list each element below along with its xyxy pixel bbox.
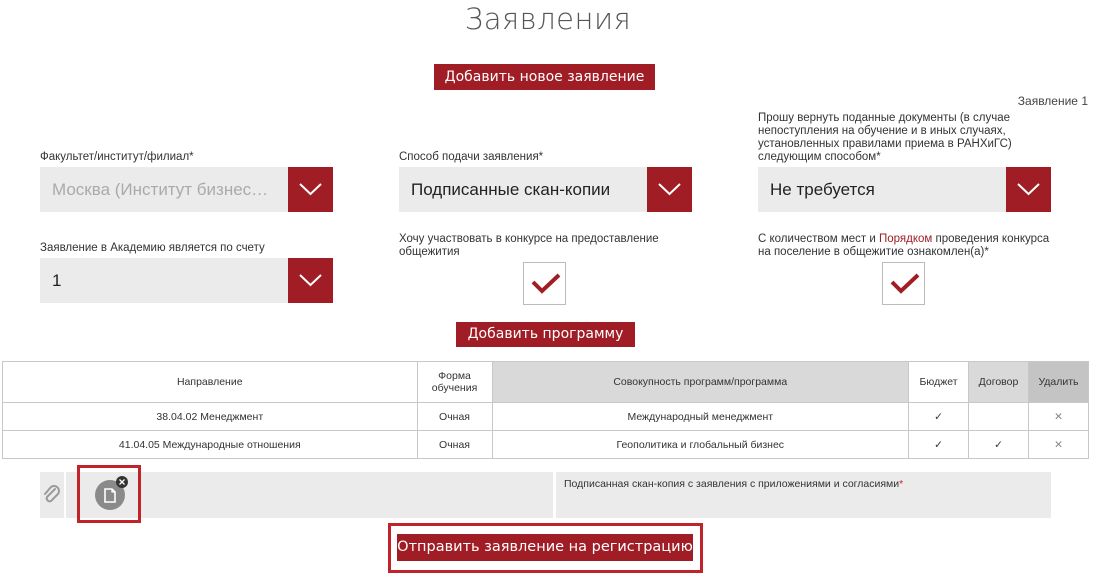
cell-contract-check[interactable]: [968, 402, 1029, 431]
paperclip-icon: [44, 485, 60, 503]
return-docs-value: Не требуется: [770, 180, 875, 199]
header-program: Совокупность программ/программа: [491, 361, 910, 403]
programs-table: Направление Форма обучения Совокупность п…: [2, 361, 1090, 459]
checkmark-icon: [531, 273, 561, 294]
account-label: Заявление в Академию является по счету: [40, 242, 265, 254]
delete-row-button[interactable]: ✕: [1027, 430, 1090, 459]
submission-method-label: Способ подачи заявления*: [399, 151, 544, 163]
table-header-row: Направление Форма обучения Совокупность п…: [2, 361, 1090, 403]
faculty-value: Москва (Институт бизнес…: [52, 180, 269, 199]
header-contract: Договор: [968, 361, 1029, 403]
cell-form: Очная: [416, 402, 493, 431]
account-select[interactable]: 1: [40, 258, 333, 303]
dormitory-label: Хочу участвовать в конкурсе на предостав…: [399, 233, 659, 258]
cell-direction: 41.04.05 Международные отношения: [2, 430, 418, 459]
table-row: 38.04.02 Менеджмент Очная Международный …: [2, 402, 1090, 431]
dormitory-rules-checkbox[interactable]: [882, 262, 925, 305]
cell-contract-check[interactable]: ✓: [968, 430, 1029, 459]
account-dropdown-button[interactable]: [288, 258, 333, 303]
submission-method-value: Подписанные скан-копии: [411, 180, 611, 199]
faculty-dropdown-button[interactable]: [288, 167, 333, 212]
cell-form: Очная: [416, 430, 493, 459]
cell-direction: 38.04.02 Менеджмент: [2, 402, 418, 431]
remove-file-button[interactable]: [116, 476, 128, 488]
header-budget: Бюджет: [908, 361, 970, 403]
header-form: Форма обучения: [416, 361, 493, 403]
faculty-label: Факультет/институт/филиал*: [40, 151, 194, 163]
close-icon: [119, 479, 125, 485]
attachment-description: Подписанная скан-копия с заявления с при…: [556, 472, 1051, 518]
account-value: 1: [52, 271, 62, 290]
chevron-down-icon: [299, 183, 322, 196]
dormitory-checkbox[interactable]: [523, 262, 566, 305]
dormitory-rules-label: С количеством мест и Порядком проведения…: [758, 233, 1050, 258]
table-row: 41.04.05 Международные отношения Очная Г…: [2, 430, 1090, 459]
chevron-down-icon: [1017, 183, 1040, 196]
rules-link[interactable]: Порядком: [879, 233, 932, 245]
header-direction: Направление: [2, 361, 418, 403]
submit-application-button[interactable]: Отправить заявление на регистрацию: [397, 534, 693, 561]
cell-budget-check[interactable]: ✓: [908, 402, 970, 431]
add-application-button[interactable]: Добавить новое заявление: [434, 64, 655, 90]
faculty-select[interactable]: Москва (Институт бизнес…: [40, 167, 333, 212]
delete-row-button[interactable]: ✕: [1027, 402, 1090, 431]
submission-method-select[interactable]: Подписанные скан-копии: [399, 167, 692, 212]
submission-method-dropdown-button[interactable]: [647, 167, 692, 212]
cell-program: Международный менеджмент: [491, 402, 910, 431]
return-docs-dropdown-button[interactable]: [1006, 167, 1051, 212]
add-program-button[interactable]: Добавить программу: [456, 322, 635, 347]
page-title: Заявления: [464, 2, 632, 36]
header-delete: Удалить: [1027, 361, 1090, 403]
return-docs-select[interactable]: Не требуется: [758, 167, 1051, 212]
chevron-down-icon: [658, 183, 681, 196]
file-icon: [104, 488, 116, 503]
checkmark-icon: [890, 273, 920, 294]
application-number: Заявление 1: [1017, 94, 1088, 108]
cell-budget-check[interactable]: ✓: [908, 430, 970, 459]
return-docs-label: Прошу вернуть поданные документы (в случ…: [758, 112, 1012, 163]
cell-program: Геополитика и глобальный бизнес: [491, 430, 910, 459]
chevron-down-icon: [299, 274, 322, 287]
attach-button[interactable]: [40, 472, 66, 518]
